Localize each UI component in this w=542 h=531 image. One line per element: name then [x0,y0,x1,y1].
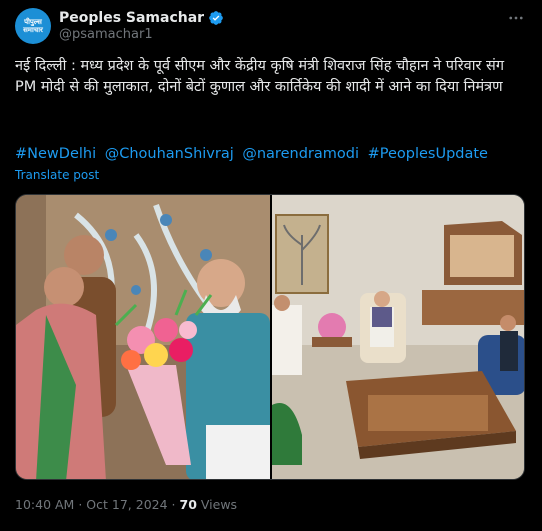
post-time[interactable]: 10:40 AM [15,497,74,512]
tweet: पीपुल्स समाचार Peoples Samachar @psamach… [0,0,542,531]
author-display-name[interactable]: Peoples Samachar [59,10,204,26]
post-date[interactable]: Oct 17, 2024 [86,497,167,512]
hashtag-link[interactable]: #NewDelhi [15,146,96,162]
tweet-text: नई दिल्ली : मध्य प्रदेश के पूर्व सीएम और… [15,58,505,95]
mention-link[interactable]: @ChouhanShivraj [105,146,234,162]
mention-link[interactable]: @narendramodi [242,146,359,162]
avatar[interactable]: पीपुल्स समाचार [15,8,51,44]
hashtag-list: #NewDelhi @ChouhanShivraj @narendramodi … [15,144,525,164]
meta-separator: · [78,497,83,512]
views-count: 70 [179,497,197,512]
tweet-metadata: 10:40 AM · Oct 17, 2024 · 70 Views [15,497,237,512]
hashtag-link[interactable]: #PeoplesUpdate [368,146,488,162]
author-handle[interactable]: @psamachar1 [59,27,153,42]
photo-bouquet-presentation[interactable] [16,195,270,479]
more-options-icon[interactable] [506,8,526,28]
photo-meeting-room[interactable] [272,195,524,479]
verified-badge-icon [208,10,224,26]
translate-post-link[interactable]: Translate post [15,168,99,182]
media-grid [15,194,525,480]
views-label: Views [200,497,238,512]
author-name-row: Peoples Samachar [59,8,224,28]
avatar-line-2: समाचार [23,26,43,34]
avatar-line-1: पीपुल्स [24,18,42,26]
meta-separator: · [171,497,176,512]
